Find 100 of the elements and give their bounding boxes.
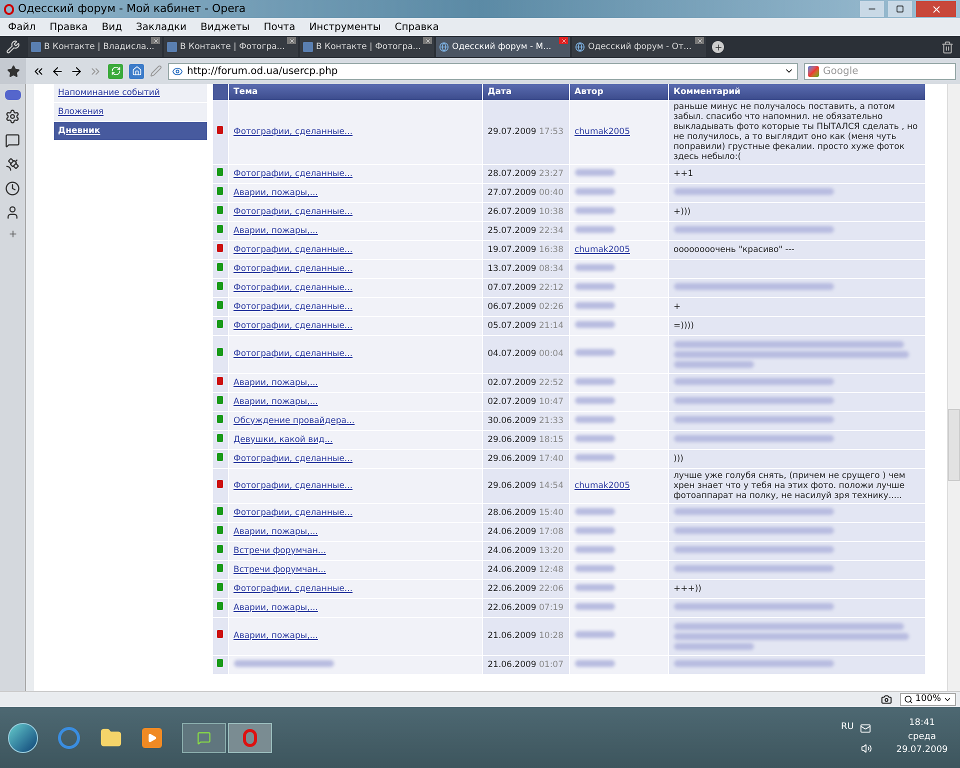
post-date: 21.06.2009 [488,631,536,642]
tab-title: Одесский форум - От... [588,40,692,54]
post-time: 08:34 [539,264,564,274]
post-time: 15:40 [539,508,564,518]
globe-icon [439,42,449,52]
add-panel-icon[interactable] [8,229,18,239]
user-icon[interactable] [5,205,20,220]
post-time: 17:08 [539,526,564,537]
tab-close-icon[interactable] [695,37,704,44]
browser-tab[interactable]: В Контакте | Фотогра... [164,37,298,57]
clock-date: 29.07.2009 [896,744,948,758]
topic-link[interactable]: Аварии, пожары,... [234,226,318,236]
post-date: 22.06.2009 [488,602,536,613]
tab-close-icon[interactable] [423,37,432,44]
sidebar-item[interactable]: Напоминание событий [54,84,207,103]
topic-link[interactable]: Аварии, пожары,... [234,396,318,407]
comment-text: +))) [674,207,691,217]
menu-item[interactable]: Вид [102,20,122,34]
post-date: 19.07.2009 [488,244,536,255]
topic-link[interactable]: Аварии, пожары,... [234,526,318,537]
tab-close-icon[interactable] [559,37,568,44]
topic-link[interactable]: Фотографии, сделанные... [234,480,353,491]
media-player-taskbar-icon[interactable] [142,728,162,748]
post-date: 24.06.2009 [488,546,536,556]
clock-icon[interactable] [5,181,20,196]
post-time: 18:15 [539,434,564,445]
browser-tab[interactable]: Одесский форум - От... [572,37,706,57]
folder-taskbar-icon[interactable] [100,726,122,748]
post-time: 00:40 [539,188,564,198]
browser-tab[interactable]: В Контакте | Фотогра... [300,37,434,57]
start-button[interactable] [8,722,38,752]
trash-icon[interactable] [941,40,954,54]
address-field[interactable]: http://forum.od.ua/usercp.php [168,62,798,80]
language-indicator[interactable]: RU [841,721,854,735]
star-icon[interactable] [6,64,20,78]
tools-icon[interactable] [6,40,20,54]
post-time: 10:28 [539,631,564,642]
post-time: 17:53 [539,126,564,137]
home-icon[interactable] [129,64,144,78]
volume-icon[interactable] [861,742,872,754]
post-date: 29.07.2009 [488,126,536,137]
tab-close-icon[interactable] [151,37,160,44]
menu-item[interactable]: Почта [264,20,296,34]
post-date: 29.06.2009 [488,434,536,445]
post-date: 25.07.2009 [488,226,536,236]
zoom-level: 100% [915,692,941,706]
settings-icon[interactable] [5,109,20,124]
menu-item[interactable]: Инструменты [309,20,381,34]
zoom-control[interactable]: 100% [900,693,956,706]
post-date: 22.06.2009 [488,584,536,594]
comment-text: раньше минус не получалось поставить, а потом забыл. спасибо что напомнил. не обязательно выкладывать фото которые ты ПЫТАЛСЯ сделать , но не получилось, а то выглядит оно как (меня чуть поправили) грустные фекалии. просто хуже фоток здесь небыло:( [674,102,918,162]
messenger-taskbar-icon[interactable] [182,722,226,752]
globe-icon [575,42,585,52]
sidebar-item[interactable]: Вложения [54,103,207,122]
sidebar-item[interactable]: Дневник [54,122,207,141]
post-time: 22:34 [539,226,564,236]
tab-title: В Контакте | Фотогра... [180,40,285,54]
bookmarks-panel-icon[interactable] [4,90,20,100]
post-time: 01:07 [539,660,564,670]
menu-item[interactable]: Файл [8,20,36,34]
topic-link[interactable]: Аварии, пожары,... [234,602,318,613]
search-placeholder: Google [823,64,858,78]
author-link[interactable]: chumak2005 [574,126,630,137]
post-date: 21.06.2009 [488,660,536,670]
post-time: 17:40 [539,454,564,464]
topic-link[interactable]: Фотографии, сделанные... [234,349,353,360]
post-time: 23:27 [539,168,564,179]
author-link[interactable]: chumak2005 [574,480,630,491]
menu-item[interactable]: Справка [394,20,439,34]
tab-title: Одесский форум - М... [452,40,552,54]
reload-icon[interactable] [108,64,123,78]
topic-link[interactable]: Фотографии, сделанные... [234,126,353,137]
satellite-icon[interactable] [5,157,20,172]
topic-link[interactable]: Аварии, пожары,... [234,631,318,642]
close-button[interactable] [916,1,956,17]
topic-link[interactable]: Аварии, пожары,... [234,188,318,198]
scrollbar[interactable] [947,84,960,691]
menu-item[interactable]: Закладки [136,20,187,34]
topic-link[interactable]: Аварии, пожары,... [234,378,318,388]
maximize-icon [896,5,904,13]
camera-icon[interactable] [881,694,892,705]
comment-text: + [674,302,681,312]
menu-item[interactable]: Виджеты [200,20,250,34]
clock-time[interactable]: 18:41 [909,717,935,731]
forward-icon[interactable] [70,64,83,78]
mail-icon[interactable] [860,722,871,734]
browser-tab[interactable]: В Контакте | Владисла... [28,37,162,57]
post-time: 21:14 [539,320,564,331]
maximize-button[interactable] [888,1,912,17]
browser-tab[interactable]: Одесский форум - М... [436,37,570,57]
chat-icon[interactable] [5,133,20,148]
new-tab-icon[interactable] [712,41,724,53]
tab-close-icon[interactable] [287,37,296,44]
post-date: 04.07.2009 [488,349,536,360]
opera-taskbar-icon[interactable] [228,722,272,752]
menu-item[interactable]: Правка [50,20,88,34]
post-date: 30.06.2009 [488,416,536,426]
post-time: 14:54 [539,480,564,491]
back-icon[interactable] [51,64,64,78]
clock-day: среда [908,730,936,744]
